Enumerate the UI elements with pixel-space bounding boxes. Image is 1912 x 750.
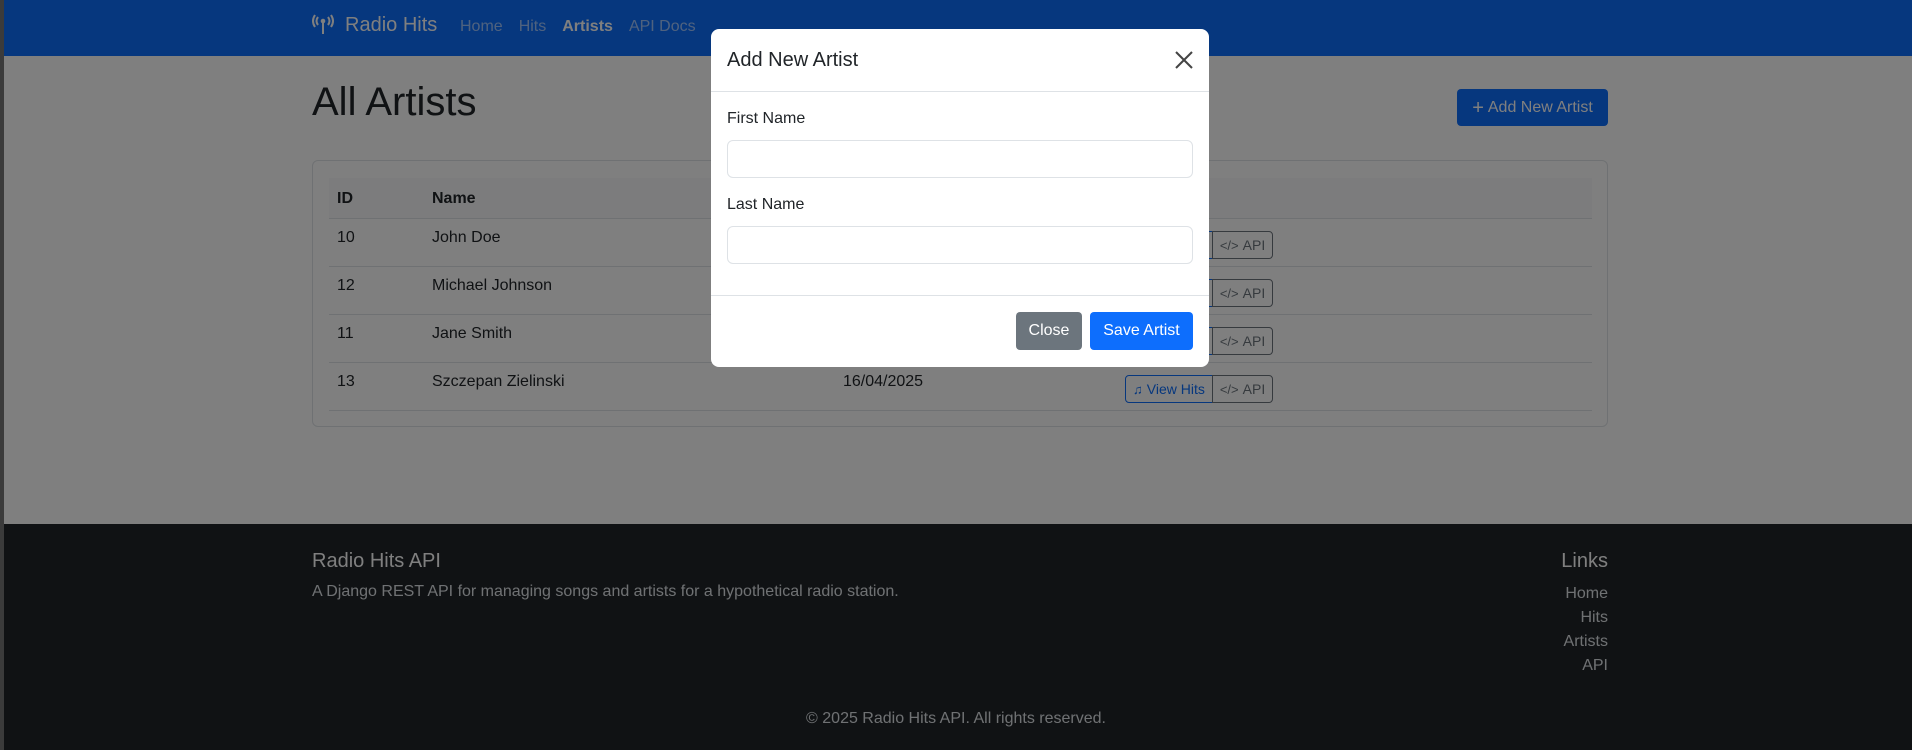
last-name-input[interactable]	[727, 226, 1193, 264]
save-artist-button[interactable]: Save Artist	[1090, 312, 1193, 350]
modal-title: Add New Artist	[727, 49, 859, 71]
modal-footer: Close Save Artist	[711, 295, 1209, 367]
modal-header: Add New Artist	[711, 29, 1209, 92]
window-edge	[0, 0, 4, 750]
first-name-input[interactable]	[727, 140, 1193, 178]
close-icon[interactable]	[1173, 49, 1195, 71]
last-name-label: Last Name	[727, 196, 805, 213]
add-artist-modal: Add New Artist First Name Last Name Clos…	[711, 29, 1209, 367]
close-button[interactable]: Close	[1016, 312, 1082, 350]
first-name-label: First Name	[727, 110, 806, 127]
